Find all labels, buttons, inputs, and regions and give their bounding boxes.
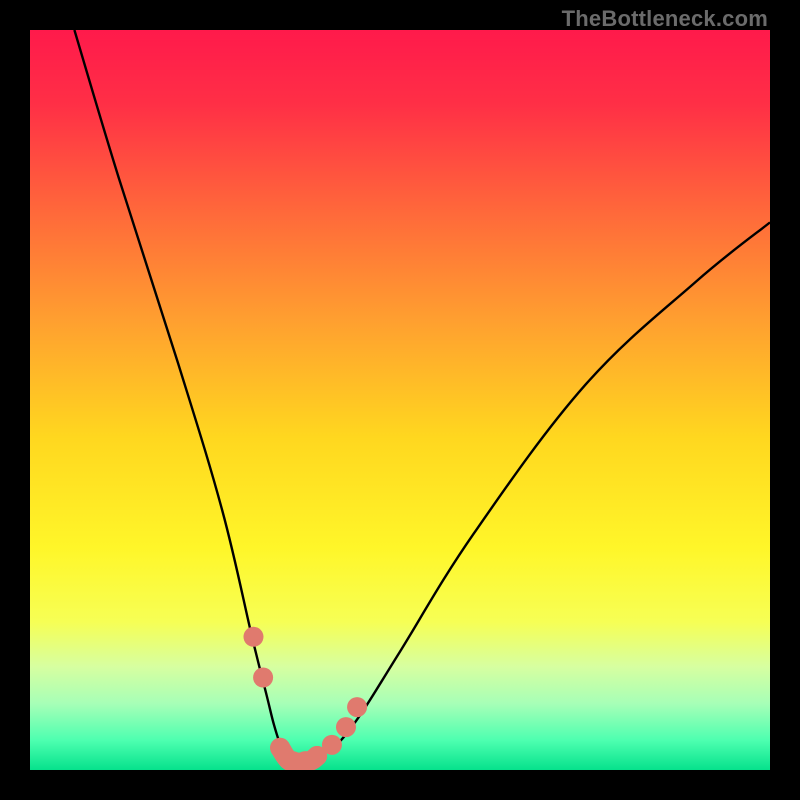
watermark-text: TheBottleneck.com: [562, 6, 768, 32]
highlight-marker: [253, 668, 273, 688]
highlight-marker: [322, 735, 342, 755]
bottleneck-curve: [74, 30, 770, 763]
chart-frame: TheBottleneck.com: [0, 0, 800, 800]
highlight-marker: [336, 717, 356, 737]
highlight-marker: [243, 627, 263, 647]
highlight-markers: [243, 627, 367, 770]
curve-layer: [30, 30, 770, 770]
plot-area: [30, 30, 770, 770]
highlight-marker: [347, 697, 367, 717]
